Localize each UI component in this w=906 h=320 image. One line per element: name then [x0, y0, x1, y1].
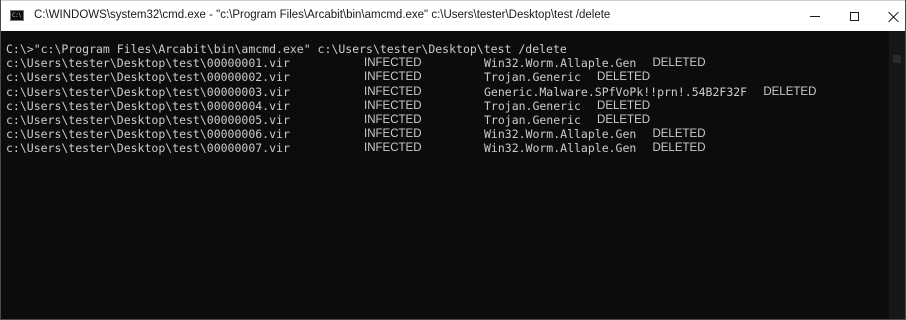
threat-name: Trojan.Generic: [484, 70, 581, 85]
vertical-scrollbar[interactable]: [889, 31, 905, 319]
threat-name: Trojan.Generic: [484, 112, 581, 127]
action-status: DELETED: [652, 57, 706, 70]
action-status: DELETED: [597, 71, 651, 84]
minimize-button[interactable]: [805, 1, 825, 31]
file-path: c:\Users\tester\Desktop\test\00000005.vi…: [6, 112, 290, 127]
action-status: DELETED: [763, 85, 817, 98]
console-window: C:\ C:\WINDOWS\system32\cmd.exe - "c:\Pr…: [0, 0, 906, 320]
scan-results: c:\Users\tester\Desktop\test\00000001.vi…: [6, 56, 889, 155]
infection-status: INFECTED: [364, 142, 422, 155]
threat-name: Win32.Worm.Allaple.Gen: [484, 127, 637, 142]
close-icon: [888, 11, 899, 22]
maximize-button[interactable]: [842, 1, 866, 31]
command-line: C:\>"c:\Program Files\Arcabit\bin\amcmd.…: [6, 42, 567, 56]
infection-status: INFECTED: [364, 57, 422, 70]
console-output[interactable]: C:\>"c:\Program Files\Arcabit\bin\amcmd.…: [1, 31, 889, 319]
file-path: c:\Users\tester\Desktop\test\00000003.vi…: [6, 84, 290, 99]
minimize-icon: [810, 15, 820, 17]
cmd-icon-glyph: C:\: [12, 12, 22, 19]
close-button[interactable]: [881, 1, 905, 31]
result-row: c:\Users\tester\Desktop\test\00000001.vi…: [6, 56, 889, 70]
file-path: c:\Users\tester\Desktop\test\00000006.vi…: [6, 127, 290, 142]
threat-name: Trojan.Generic: [484, 98, 581, 113]
result-row: c:\Users\tester\Desktop\test\00000007.vi…: [6, 141, 889, 155]
cmd-console-icon[interactable]: C:\: [10, 10, 24, 21]
file-path: c:\Users\tester\Desktop\test\00000004.vi…: [6, 98, 290, 113]
action-status: DELETED: [652, 142, 706, 155]
result-row: c:\Users\tester\Desktop\test\00000006.vi…: [6, 127, 889, 141]
action-status: DELETED: [597, 99, 651, 112]
file-path: c:\Users\tester\Desktop\test\00000001.vi…: [6, 56, 290, 71]
infection-status: INFECTED: [364, 113, 422, 126]
result-row: c:\Users\tester\Desktop\test\00000004.vi…: [6, 99, 889, 113]
infection-status: INFECTED: [364, 85, 422, 98]
infection-status: INFECTED: [364, 71, 422, 84]
file-path: c:\Users\tester\Desktop\test\00000002.vi…: [6, 70, 290, 85]
infection-status: INFECTED: [364, 128, 422, 141]
action-status: DELETED: [652, 128, 706, 141]
threat-name: Win32.Worm.Allaple.Gen: [484, 141, 637, 156]
title-bar[interactable]: C:\ C:\WINDOWS\system32\cmd.exe - "c:\Pr…: [1, 0, 905, 31]
threat-name: Generic.Malware.SPfVoPk!!prn!.54B2F32F: [484, 84, 748, 99]
result-row: c:\Users\tester\Desktop\test\00000005.vi…: [6, 113, 889, 127]
window-title: C:\WINDOWS\system32\cmd.exe - "c:\Progra…: [34, 9, 611, 21]
maximize-icon: [849, 11, 859, 21]
infection-status: INFECTED: [364, 99, 422, 112]
file-path: c:\Users\tester\Desktop\test\00000007.vi…: [6, 141, 290, 156]
threat-name: Win32.Worm.Allaple.Gen: [484, 56, 637, 71]
scrollbar-thumb[interactable]: [893, 55, 901, 63]
result-row: c:\Users\tester\Desktop\test\00000002.vi…: [6, 70, 889, 84]
action-status: DELETED: [597, 113, 651, 126]
result-row: c:\Users\tester\Desktop\test\00000003.vi…: [6, 85, 889, 99]
